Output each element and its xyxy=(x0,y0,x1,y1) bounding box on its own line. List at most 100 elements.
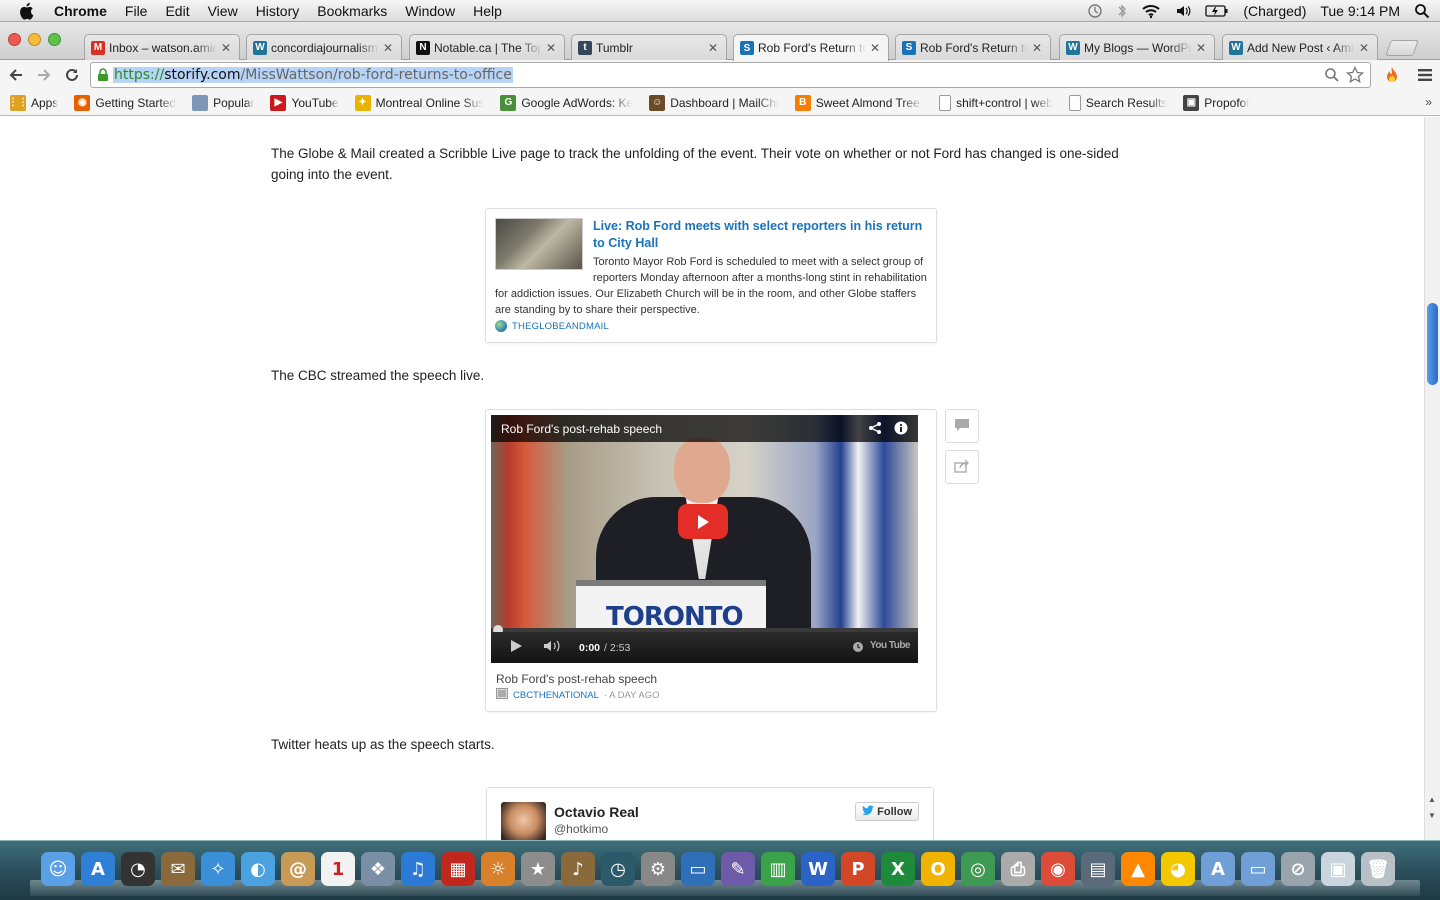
video-source-label[interactable]: CBCTHENATIONAL xyxy=(513,690,599,701)
info-icon[interactable] xyxy=(894,421,908,438)
link-card-source-label[interactable]: THEGLOBEANDMAIL xyxy=(512,321,609,332)
menu-view[interactable]: View xyxy=(208,3,238,19)
close-tab-icon[interactable]: ✕ xyxy=(1032,41,1042,55)
battery-icon[interactable] xyxy=(1205,4,1229,18)
dock-item[interactable]: ▤ xyxy=(1078,849,1118,889)
zoom-window-button[interactable] xyxy=(48,33,61,46)
bookmark-item[interactable]: B Sweet Almond Tree: xyxy=(794,94,923,111)
dock-item[interactable]: ▭ xyxy=(1238,849,1278,889)
dock-item[interactable]: 1 xyxy=(318,849,358,889)
close-tab-icon[interactable]: ✕ xyxy=(870,41,880,55)
url-text[interactable]: https://storify.com/MissWattson/rob-ford… xyxy=(113,67,513,83)
bookmarks-overflow-chevron-icon[interactable]: » xyxy=(1425,95,1432,109)
dock-item[interactable]: ♪ xyxy=(558,849,598,889)
close-tab-icon[interactable]: ✕ xyxy=(546,41,556,55)
scroll-down-arrow-icon[interactable]: ▼ xyxy=(1428,811,1436,820)
bookmark-item[interactable]: shift+control | web xyxy=(939,94,1053,111)
bookmark-item[interactable]: Popular xyxy=(192,94,254,111)
bookmark-item[interactable]: ◉ Getting Started xyxy=(74,94,176,111)
close-tab-icon[interactable]: ✕ xyxy=(383,41,393,55)
dock-item[interactable]: ✎ xyxy=(718,849,758,889)
close-tab-icon[interactable]: ✕ xyxy=(1359,41,1369,55)
menu-app-name[interactable]: Chrome xyxy=(54,3,107,19)
dock-item[interactable]: ⚙ xyxy=(638,849,678,889)
dock-item[interactable]: ◔ xyxy=(118,849,158,889)
watch-later-clock-icon[interactable] xyxy=(852,641,864,656)
volume-control-icon[interactable] xyxy=(543,639,563,656)
close-window-button[interactable] xyxy=(8,33,21,46)
page-scrollbar[interactable]: ▲ ▼ xyxy=(1424,117,1440,840)
time-machine-status-icon[interactable] xyxy=(1087,3,1103,19)
link-card-thumbnail[interactable] xyxy=(495,218,583,270)
dock-item[interactable]: ✉ xyxy=(158,849,198,889)
dock-item[interactable]: ▲ xyxy=(1118,849,1158,889)
play-button[interactable] xyxy=(678,504,728,539)
avatar[interactable] xyxy=(501,802,546,840)
dock-item[interactable]: ✧ xyxy=(198,849,238,889)
scroll-up-arrow-icon[interactable]: ▲ xyxy=(1428,795,1436,804)
share-icon[interactable] xyxy=(868,421,882,438)
browser-tab[interactable]: S Rob Ford's Return to ✕ xyxy=(733,34,889,61)
bluetooth-icon[interactable] xyxy=(1117,3,1127,19)
dock-item[interactable]: 🗑 xyxy=(1358,849,1398,889)
minimize-window-button[interactable] xyxy=(28,33,41,46)
follow-button[interactable]: Follow xyxy=(855,802,919,821)
dock-item[interactable]: ▥ xyxy=(758,849,798,889)
menubar-clock[interactable]: Tue 9:14 PM xyxy=(1320,3,1400,19)
link-card-source[interactable]: THEGLOBEANDMAIL xyxy=(495,320,927,332)
dock-item[interactable]: ◷ xyxy=(598,849,638,889)
dock-item[interactable]: @ xyxy=(278,849,318,889)
menu-bookmarks[interactable]: Bookmarks xyxy=(317,3,387,19)
link-card-globe[interactable]: Live: Rob Ford meets with select reporte… xyxy=(485,208,937,343)
bookmark-item[interactable]: G Google AdWords: Ke xyxy=(500,94,633,111)
browser-tab[interactable]: W My Blogs — WordPre ✕ xyxy=(1059,34,1215,60)
browser-tab[interactable]: t Tumblr ✕ xyxy=(571,34,727,60)
search-icon[interactable] xyxy=(1324,67,1340,86)
dock-item[interactable]: ◐ xyxy=(238,849,278,889)
dock-item[interactable]: ♫ xyxy=(398,849,438,889)
comment-button[interactable] xyxy=(945,409,979,443)
browser-tab[interactable]: Wconcordiajournalism ✕ xyxy=(246,34,402,60)
volume-icon[interactable] xyxy=(1175,3,1191,19)
dock-item[interactable]: ◎ xyxy=(958,849,998,889)
dock-item[interactable]: A xyxy=(78,849,118,889)
browser-tab[interactable]: W Add New Post ‹ Amie ✕ xyxy=(1222,34,1378,60)
dock-item[interactable]: ▣ xyxy=(1318,849,1358,889)
dock-item[interactable]: ▦ xyxy=(438,849,478,889)
dock-item[interactable]: X xyxy=(878,849,918,889)
dock-item[interactable]: ☺ xyxy=(38,849,78,889)
browser-tab[interactable]: N Notable.ca | The Top ✕ xyxy=(409,34,565,60)
video-title[interactable]: Rob Ford's post-rehab speech xyxy=(501,422,662,436)
dock-item[interactable]: ▭ xyxy=(678,849,718,889)
bookmark-item[interactable]: ☺ Dashboard | MailChi xyxy=(649,94,779,111)
tweet-author-handle[interactable]: @hotkimo xyxy=(554,822,608,836)
dock-item[interactable]: ⊘ xyxy=(1278,849,1318,889)
browser-tab[interactable]: M Inbox – watson.amie ✕ xyxy=(84,34,240,60)
menu-window[interactable]: Window xyxy=(405,3,455,19)
new-tab-button[interactable] xyxy=(1385,40,1419,56)
wifi-icon[interactable] xyxy=(1141,3,1161,19)
extension-flame-icon[interactable] xyxy=(1384,66,1400,87)
dock-item[interactable]: ⎙ xyxy=(998,849,1038,889)
scrollbar-thumb[interactable] xyxy=(1427,303,1438,385)
dock-item[interactable]: W xyxy=(798,849,838,889)
menu-file[interactable]: File xyxy=(125,3,148,19)
bookmark-item[interactable]: ⋮⋮ Apps xyxy=(8,94,58,111)
menu-help[interactable]: Help xyxy=(473,3,502,19)
dock-item[interactable]: ☼ xyxy=(478,849,518,889)
bookmark-item[interactable]: ✦ Montreal Online Sus xyxy=(354,94,484,111)
dock-item[interactable]: ◕ xyxy=(1158,849,1198,889)
close-tab-icon[interactable]: ✕ xyxy=(221,41,231,55)
back-button[interactable] xyxy=(2,61,30,89)
dock-item[interactable]: A xyxy=(1198,849,1238,889)
bookmark-item[interactable]: Search Results xyxy=(1068,94,1167,111)
address-bar[interactable]: https://storify.com/MissWattson/rob-ford… xyxy=(90,62,1371,88)
close-tab-icon[interactable]: ✕ xyxy=(1196,41,1206,55)
forward-button[interactable] xyxy=(30,61,58,89)
share-item-button[interactable] xyxy=(945,450,979,484)
control-play-icon[interactable] xyxy=(509,639,523,656)
dock-item[interactable]: O xyxy=(918,849,958,889)
spotlight-search-icon[interactable] xyxy=(1414,3,1430,19)
ssl-lock-icon[interactable] xyxy=(97,68,109,82)
dock-item[interactable]: P xyxy=(838,849,878,889)
